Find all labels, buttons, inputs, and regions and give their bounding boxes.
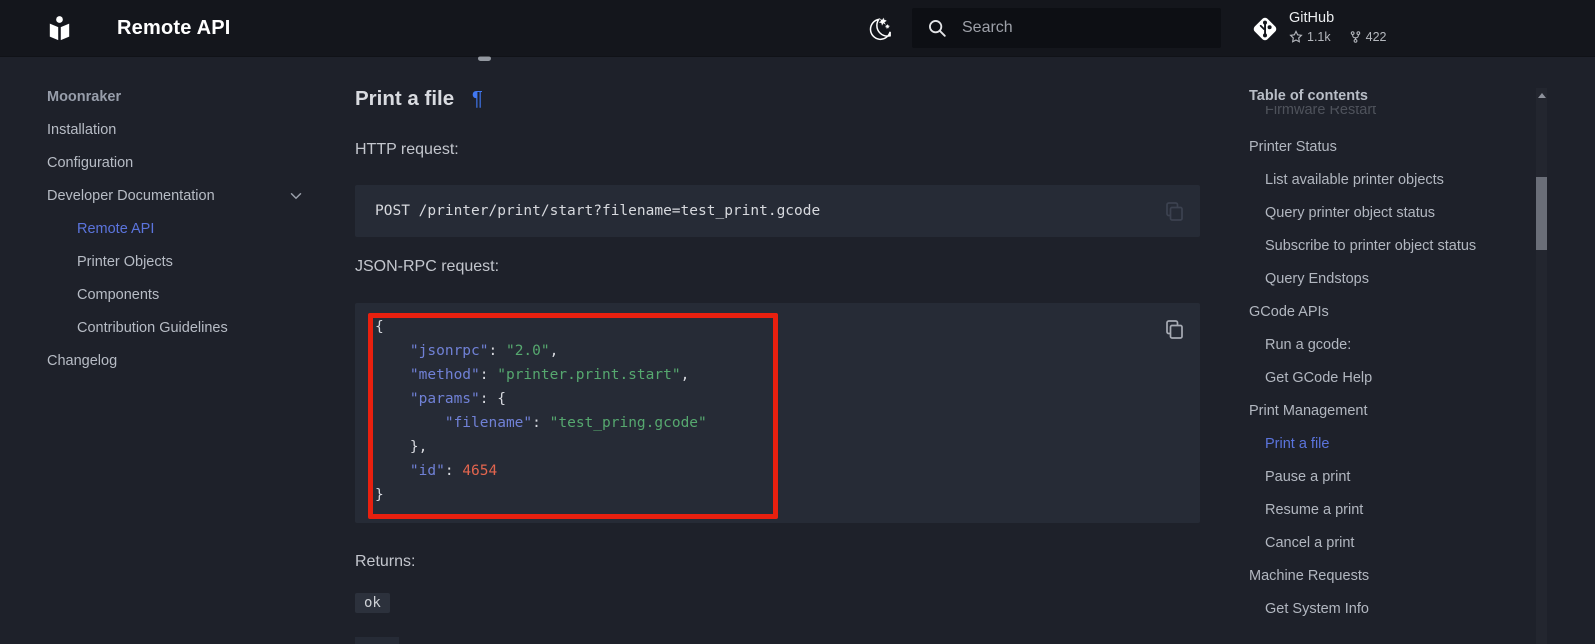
toc-item[interactable]: Get GCode Help bbox=[1249, 361, 1531, 394]
copy-icon[interactable] bbox=[1162, 317, 1186, 341]
chevron-down-icon bbox=[287, 187, 305, 205]
app-header: Remote API bbox=[0, 0, 1595, 56]
repo-link[interactable]: GitHub 1.1k 422 bbox=[1247, 8, 1547, 50]
toc-item[interactable]: Print Management bbox=[1249, 394, 1531, 427]
sidebar-item-label: Developer Documentation bbox=[47, 188, 215, 204]
toc-item[interactable]: Run a gcode: bbox=[1249, 328, 1531, 361]
sidebar-item-label: Configuration bbox=[47, 155, 133, 171]
section-heading-text: Print a file bbox=[355, 87, 454, 110]
toc-title: Table of contents bbox=[1249, 88, 1531, 106]
http-code-text: POST /printer/print/start?filename=test_… bbox=[355, 185, 1200, 237]
sidebar-item-label: Components bbox=[77, 287, 159, 303]
toc-item[interactable]: Get System Info bbox=[1249, 592, 1531, 625]
jsonrpc-code: { "jsonrpc": "2.0", "method": "printer.p… bbox=[355, 303, 1200, 523]
sidebar-item[interactable]: Components bbox=[47, 278, 337, 311]
code-line: }, bbox=[375, 435, 1180, 459]
repo-facts: 1.1k 422 bbox=[1289, 30, 1387, 44]
copy-icon[interactable] bbox=[1162, 199, 1186, 223]
returns-label: Returns: bbox=[355, 553, 415, 571]
next-element-sliver bbox=[355, 637, 399, 644]
toc-scrollbar-track[interactable] bbox=[1536, 88, 1547, 644]
sidebar-item[interactable]: Configuration bbox=[47, 146, 337, 179]
code-line: "method": "printer.print.start", bbox=[375, 363, 1180, 387]
sidebar-item-label: Contribution Guidelines bbox=[77, 320, 228, 336]
toc-item[interactable]: Subscribe to printer object status bbox=[1249, 229, 1531, 262]
search-bar bbox=[912, 8, 1221, 48]
sidebar-item[interactable]: Remote API bbox=[47, 212, 337, 245]
repo-name: GitHub bbox=[1289, 10, 1334, 26]
toc-item[interactable]: GCode APIs bbox=[1249, 295, 1531, 328]
main-content: Print a file ¶ HTTP request: POST /print… bbox=[355, 56, 1200, 644]
toc-item[interactable]: Pause a print bbox=[1249, 460, 1531, 493]
code-line: "params": { bbox=[375, 387, 1180, 411]
jsonrpc-code-block: { "jsonrpc": "2.0", "method": "printer.p… bbox=[355, 303, 1200, 523]
clipped-text-remnant bbox=[478, 56, 491, 61]
http-code-block: POST /printer/print/start?filename=test_… bbox=[355, 185, 1200, 237]
code-line: } bbox=[375, 483, 1180, 507]
sidebar-item[interactable]: Printer Objects bbox=[47, 245, 337, 278]
toc-item[interactable]: Cancel a print bbox=[1249, 526, 1531, 559]
search-input[interactable] bbox=[962, 8, 1212, 48]
sidebar-item[interactable]: Installation bbox=[47, 113, 337, 146]
sidebar-item[interactable]: Changelog bbox=[47, 344, 337, 377]
star-count: 1.1k bbox=[1307, 30, 1331, 44]
left-nav: Moonraker Installation Configuration Devel… bbox=[47, 80, 337, 377]
sidebar-item-label: Remote API bbox=[77, 221, 154, 237]
sidebar-item-label: Printer Objects bbox=[77, 254, 173, 270]
toc-item[interactable]: Resume a print bbox=[1249, 493, 1531, 526]
section-heading: Print a file ¶ bbox=[355, 87, 483, 111]
star-icon bbox=[1289, 30, 1303, 44]
scrollbar-up-arrow-icon[interactable] bbox=[1538, 93, 1546, 98]
fork-count: 422 bbox=[1366, 30, 1387, 44]
code-line: "filename": "test_pring.gcode" bbox=[375, 411, 1180, 435]
toc-item[interactable]: Printer Status bbox=[1249, 130, 1531, 163]
git-repo-icon bbox=[1247, 11, 1283, 47]
http-request-label: HTTP request: bbox=[355, 141, 459, 159]
code-line: "jsonrpc": "2.0", bbox=[375, 339, 1180, 363]
fork-icon bbox=[1349, 30, 1362, 44]
search-icon bbox=[926, 17, 948, 39]
sidebar-item-label: Installation bbox=[47, 122, 116, 138]
page-title: Remote API bbox=[117, 0, 231, 56]
code-line: "id": 4654 bbox=[375, 459, 1180, 483]
toc-item[interactable]: Query Endstops bbox=[1249, 262, 1531, 295]
toc-item[interactable]: List available printer objects bbox=[1249, 163, 1531, 196]
sidebar-item-label: Changelog bbox=[47, 353, 117, 369]
toc-list: Printer StatusList available printer obj… bbox=[1249, 130, 1531, 625]
code-line: { bbox=[375, 315, 1180, 339]
sidebar-item[interactable]: Contribution Guidelines bbox=[47, 311, 337, 344]
toc-item[interactable]: Machine Requests bbox=[1249, 559, 1531, 592]
jsonrpc-request-label: JSON-RPC request: bbox=[355, 258, 499, 276]
toc-item[interactable]: Query printer object status bbox=[1249, 196, 1531, 229]
table-of-contents: Table of contents Firmware Restart Print… bbox=[1249, 88, 1531, 625]
toc-scrollbar-thumb[interactable] bbox=[1536, 177, 1547, 250]
sidebar-nav-list: Installation Configuration Developer Docum… bbox=[47, 113, 337, 377]
sidebar-item[interactable]: Developer Documentation bbox=[47, 179, 337, 212]
theme-toggle-moon-icon[interactable] bbox=[864, 13, 894, 43]
site-logo-icon[interactable] bbox=[44, 13, 75, 44]
site-name-label: Moonraker bbox=[47, 80, 337, 113]
toc-item[interactable]: Print a file bbox=[1249, 427, 1531, 460]
returns-value-chip: ok bbox=[355, 593, 390, 613]
heading-anchor-link[interactable]: ¶ bbox=[472, 87, 483, 110]
